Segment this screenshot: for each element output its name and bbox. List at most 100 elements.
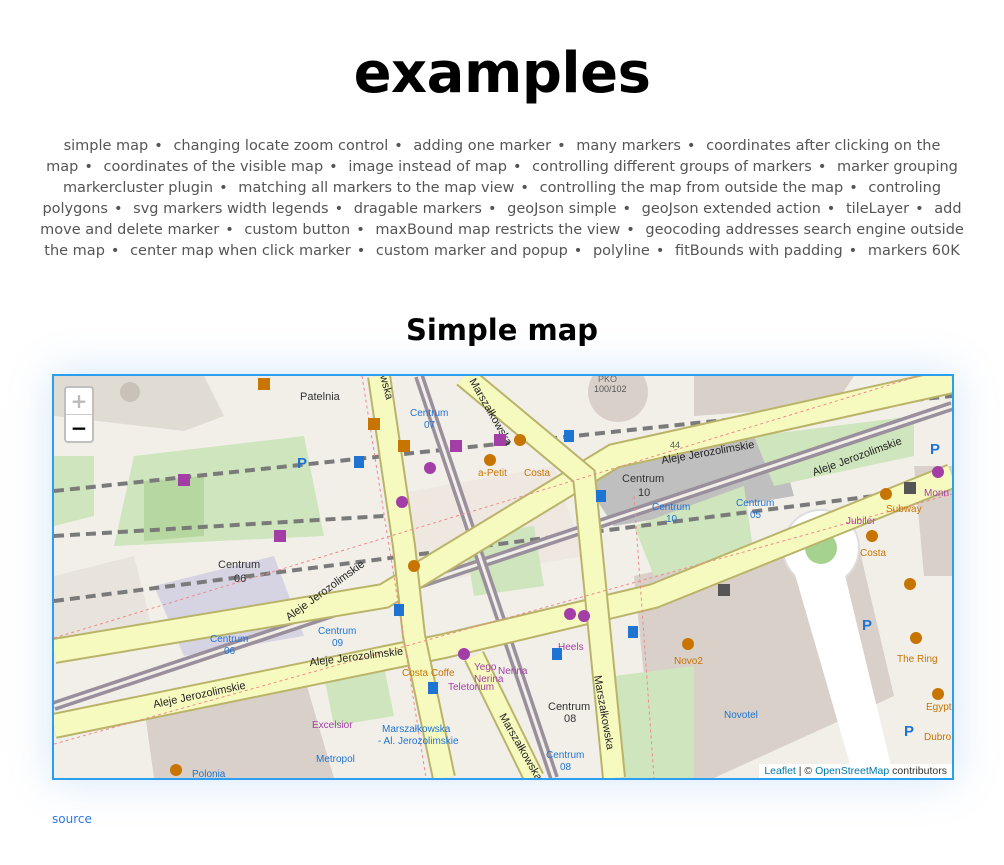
nav-link[interactable]: coordinates of the visible map — [103, 159, 323, 175]
label-jubiler: Jubiler — [846, 516, 876, 527]
poi-icon[interactable] — [494, 434, 506, 446]
poi-icon[interactable] — [274, 530, 286, 542]
attribution-suffix: contributors — [889, 765, 947, 777]
poi-icon[interactable] — [396, 496, 408, 508]
zoom-in-button[interactable]: + — [66, 388, 92, 415]
nav-separator: • — [113, 201, 123, 217]
poi-icon[interactable] — [904, 482, 916, 494]
poi-icon[interactable] — [428, 682, 438, 694]
label-stop-centrum-07-num: 07 — [424, 420, 436, 431]
map-container[interactable]: Patelnia Centrum 06 Centrum 10 Centrum 0… — [52, 374, 954, 780]
label-centrum-08: Centrum — [548, 701, 590, 713]
label-stop-marszalkowska: Marszałkowska — [382, 724, 451, 735]
label-metropol: Metropol — [316, 754, 355, 765]
nav-link[interactable]: tileLayer — [846, 201, 909, 217]
poi-icon[interactable] — [910, 632, 922, 644]
poi-icon[interactable] — [552, 648, 562, 660]
poi-icon[interactable] — [258, 378, 270, 390]
poi-icon[interactable] — [394, 604, 404, 616]
nav-link[interactable]: fitBounds with padding — [675, 243, 843, 259]
nav-link[interactable]: center map when click marker — [130, 243, 351, 259]
poi-icon[interactable] — [596, 490, 606, 502]
label-costa-coffee: Costa Coffe — [402, 668, 455, 679]
nav-separator: • — [826, 201, 836, 217]
nav-link[interactable]: adding one marker — [413, 138, 551, 154]
nav-link[interactable]: markers 60K — [868, 243, 960, 259]
poi-icon[interactable] — [628, 626, 638, 638]
poi-icon[interactable] — [932, 688, 944, 700]
nav-link[interactable]: custom marker and popup — [376, 243, 568, 259]
label-stop-centrum-08: Centrum — [546, 750, 584, 761]
poi-icon[interactable] — [458, 648, 470, 660]
poi-icon[interactable] — [514, 434, 526, 446]
label-stop-centrum-07: Centrum — [410, 408, 448, 419]
nav-link[interactable]: controlling different groups of markers — [532, 159, 812, 175]
label-stop-centrum-05: Centrum — [736, 498, 774, 509]
label-stop-centrum-05-num: 05 — [750, 510, 762, 521]
nav-separator: • — [110, 243, 120, 259]
label-excelsior: Excelsior — [312, 720, 353, 731]
map-tiles[interactable]: Patelnia Centrum 06 Centrum 10 Centrum 0… — [54, 376, 952, 778]
nav-link[interactable]: maxBound map restricts the view — [375, 222, 620, 238]
label-centrum-06: Centrum — [218, 559, 260, 571]
nav-link[interactable]: dragable markers — [354, 201, 482, 217]
poi-icon[interactable] — [904, 578, 916, 590]
section-title: Simple map — [405, 313, 599, 347]
label-stop-centrum-06-num: 06 — [224, 646, 236, 657]
nav-separator: • — [334, 201, 344, 217]
nav-separator: • — [622, 201, 632, 217]
poi-icon[interactable] — [578, 610, 590, 622]
poi-icon[interactable] — [564, 430, 574, 442]
poi-icon[interactable] — [880, 488, 892, 500]
label-100-102: 100/102 — [594, 384, 627, 394]
poi-icon[interactable] — [450, 440, 462, 452]
nav-link[interactable]: image instead of map — [348, 159, 507, 175]
poi-icon[interactable] — [178, 474, 190, 486]
nav-separator: • — [655, 243, 665, 259]
nav-link[interactable]: geoJson extended action — [642, 201, 821, 217]
poi-icon[interactable] — [564, 608, 576, 620]
poi-icon[interactable] — [682, 638, 694, 650]
label-44: 44 — [670, 440, 680, 450]
label-subway: Subway — [886, 504, 922, 515]
label-centrum-10: Centrum — [622, 473, 664, 485]
poi-icon[interactable] — [424, 462, 436, 474]
nav-link[interactable]: controlling the map from outside the map — [540, 180, 844, 196]
nav-separator: • — [219, 180, 228, 196]
nav-separator: • — [329, 159, 338, 175]
source-link[interactable]: source — [52, 812, 92, 826]
poi-icon[interactable] — [398, 440, 410, 452]
poi-icon[interactable] — [408, 560, 420, 572]
svg-text:P: P — [297, 455, 307, 472]
nav-separator: • — [915, 201, 924, 217]
nav-separator: • — [626, 222, 635, 238]
label-yego: Yego — [474, 662, 497, 673]
poi-icon[interactable] — [170, 764, 182, 776]
zoom-control: + − — [64, 386, 94, 443]
label-costa-2: Costa — [860, 548, 887, 559]
poi-icon[interactable] — [484, 454, 496, 466]
poi-icon[interactable] — [354, 456, 364, 468]
nav-link[interactable]: many markers — [576, 138, 681, 154]
poi-icon[interactable] — [368, 418, 380, 430]
nav-link[interactable]: custom button — [244, 222, 350, 238]
label-stop-centrum-06: Centrum — [210, 634, 248, 645]
openstreetmap-link[interactable]: OpenStreetMap — [815, 765, 889, 777]
nav-separator: • — [487, 201, 497, 217]
label-stop-al-jerozolimskie: - Al. Jerozolimskie — [378, 736, 459, 747]
nav-link[interactable]: simple map — [64, 138, 149, 154]
poi-icon[interactable] — [866, 530, 878, 542]
label-stop-centrum-09-num: 09 — [332, 638, 344, 649]
nav-link[interactable]: polyline — [593, 243, 650, 259]
label-patelnia: Patelnia — [300, 391, 341, 403]
zoom-out-button[interactable]: − — [66, 415, 92, 441]
leaflet-link[interactable]: Leaflet — [764, 765, 796, 777]
nav-link[interactable]: geoJson simple — [507, 201, 616, 217]
nav-link[interactable]: matching all markers to the map view — [238, 180, 514, 196]
label-the-ring: The Ring — [897, 654, 938, 665]
poi-icon[interactable] — [718, 584, 730, 596]
label-centrum-08-num: 08 — [564, 713, 576, 725]
nav-link[interactable]: svg markers width legends — [133, 201, 328, 217]
poi-icon[interactable] — [932, 466, 944, 478]
nav-link[interactable]: changing locate zoom control — [173, 138, 388, 154]
